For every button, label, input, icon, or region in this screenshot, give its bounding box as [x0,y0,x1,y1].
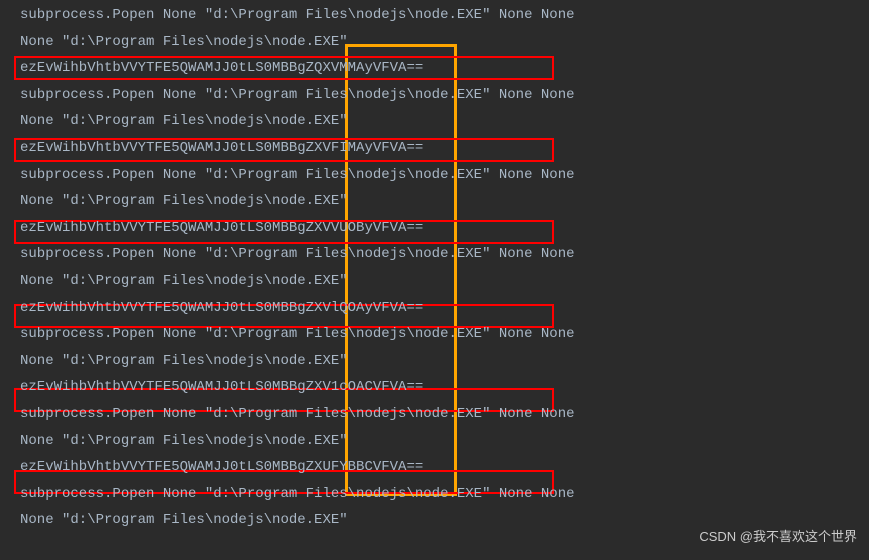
output-line: subprocess.Popen None "d:\Program Files\… [20,162,869,189]
output-line: ezEvWihbVhtbVVYTFE5QWAMJJ0tLS0MBBgZXV1cO… [20,374,869,401]
output-line: subprocess.Popen None "d:\Program Files\… [20,401,869,428]
output-line: None "d:\Program Files\nodejs\node.EXE" [20,348,869,375]
output-line: subprocess.Popen None "d:\Program Files\… [20,82,869,109]
output-line: subprocess.Popen None "d:\Program Files\… [20,481,869,508]
output-line: subprocess.Popen None "d:\Program Files\… [20,321,869,348]
output-line: subprocess.Popen None "d:\Program Files\… [20,2,869,29]
output-line: None "d:\Program Files\nodejs\node.EXE" [20,108,869,135]
output-line: None "d:\Program Files\nodejs\node.EXE" [20,188,869,215]
output-line: ezEvWihbVhtbVVYTFE5QWAMJJ0tLS0MBBgZXUFYB… [20,454,869,481]
output-line: None "d:\Program Files\nodejs\node.EXE" [20,428,869,455]
console-output: subprocess.Popen None "d:\Program Files\… [20,2,869,534]
watermark: CSDN @我不喜欢这个世界 [699,525,857,550]
output-line: ezEvWihbVhtbVVYTFE5QWAMJJ0tLS0MBBgZQXVMM… [20,55,869,82]
output-line: ezEvWihbVhtbVVYTFE5QWAMJJ0tLS0MBBgZXVlQO… [20,295,869,322]
output-line: ezEvWihbVhtbVVYTFE5QWAMJJ0tLS0MBBgZXVFIM… [20,135,869,162]
output-line: None "d:\Program Files\nodejs\node.EXE" [20,268,869,295]
output-line: None "d:\Program Files\nodejs\node.EXE" [20,29,869,56]
output-line: ezEvWihbVhtbVVYTFE5QWAMJJ0tLS0MBBgZXVVUO… [20,215,869,242]
output-line: subprocess.Popen None "d:\Program Files\… [20,241,869,268]
